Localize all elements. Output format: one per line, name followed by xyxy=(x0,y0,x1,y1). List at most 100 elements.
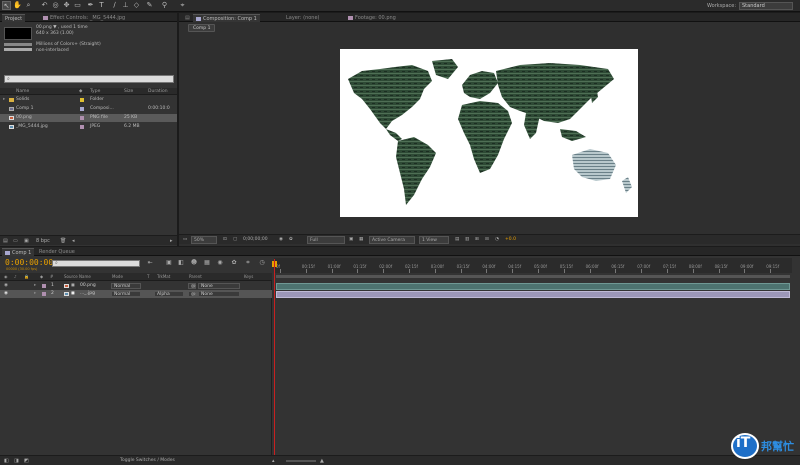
trash-icon[interactable]: 🗑 xyxy=(60,237,66,245)
resolution-select[interactable]: Full xyxy=(307,236,345,244)
track-matte-select[interactable]: Alpha xyxy=(154,291,184,297)
bit-depth-button[interactable]: 8 bpc xyxy=(36,237,50,245)
current-time-display[interactable]: 0;00;00;00 xyxy=(241,236,270,244)
project-item[interactable]: ▸ Solids Folder xyxy=(0,96,177,104)
composition-mini-flowchart-icon[interactable]: ⇤ xyxy=(146,259,154,267)
blend-mode-select[interactable]: Normal xyxy=(111,291,141,297)
label-swatch[interactable] xyxy=(42,292,46,296)
pan-behind-tool-icon[interactable]: ✥ xyxy=(62,1,71,10)
new-composition-icon[interactable]: ▣ xyxy=(24,237,29,245)
transparency-grid-icon[interactable]: ▦ xyxy=(357,236,365,244)
tab-composition[interactable]: Composition: Comp 1 xyxy=(193,14,260,22)
timeline-search-input[interactable]: ⌕ xyxy=(52,260,140,267)
puppet-pin-tool-icon[interactable]: ⚲ xyxy=(160,1,169,10)
rectangle-mask-tool-icon[interactable]: ▭ xyxy=(73,1,82,10)
zoom-out-icon[interactable]: ▴ xyxy=(272,457,275,465)
frame-blending-icon[interactable]: ▦ xyxy=(203,259,211,267)
workspace-select[interactable]: Standard xyxy=(739,2,793,10)
visibility-eye-icon[interactable]: ◉ xyxy=(4,282,8,290)
scroll-right-icon[interactable]: ▸ xyxy=(170,237,173,245)
project-item[interactable]: _MG_5444.jpg JPEG 6.2 MB xyxy=(0,123,177,131)
tab-footage[interactable]: Footage: 00.png xyxy=(345,14,399,22)
project-item[interactable]: 00.png PNG file 25 KB xyxy=(0,114,177,122)
av-features-icon[interactable]: ◉ xyxy=(4,273,8,281)
region-of-interest-icon[interactable]: ▣ xyxy=(347,236,355,244)
graph-editor-icon[interactable]: ⌗ xyxy=(244,259,252,267)
draft-3d-icon[interactable]: ◧ xyxy=(177,259,185,267)
tab-project[interactable]: Project xyxy=(2,14,26,22)
column-keys[interactable]: Keys xyxy=(244,273,253,281)
layer-row[interactable]: ◉ ▸ 1 ◼ 00.png Normal @ None xyxy=(0,282,272,290)
label-column-icon[interactable]: ◆ xyxy=(79,88,82,95)
selection-tool-icon[interactable]: ↖ xyxy=(2,1,11,10)
playhead-line[interactable] xyxy=(274,259,275,455)
new-folder-icon[interactable]: ▭ xyxy=(13,237,18,245)
brush-tool-icon[interactable]: ∕ xyxy=(110,1,119,10)
flowchart-icon[interactable]: ⊟ xyxy=(483,236,491,244)
live-update-icon[interactable]: ▣ xyxy=(165,259,173,267)
label-column-icon[interactable]: ◆ xyxy=(40,273,43,281)
viewer-menu-icon[interactable]: ▤ xyxy=(182,14,193,22)
column-duration[interactable]: Duration xyxy=(148,88,168,95)
column-parent[interactable]: Parent xyxy=(189,273,202,281)
comp-navigator-tab[interactable]: Comp 1 xyxy=(188,24,216,32)
label-swatch[interactable] xyxy=(42,284,46,288)
pen-tool-icon[interactable]: ✒ xyxy=(86,1,95,10)
parent-select[interactable]: None xyxy=(198,291,240,297)
current-time-indicator[interactable]: 0:00:00:00 xyxy=(5,258,53,267)
rotate-tool-icon[interactable]: ↶ xyxy=(40,1,49,10)
expand-layer-switches-icon[interactable]: ◧ xyxy=(4,457,9,465)
timeline-icon[interactable]: ⊞ xyxy=(473,236,481,244)
column-source-name[interactable]: Source Name xyxy=(64,273,91,281)
column-size[interactable]: Size xyxy=(124,88,133,95)
tab-layer[interactable]: Layer: (none) xyxy=(283,14,323,22)
time-ruler[interactable]: 0f 00:15f 01:00f 01:15f 02:00f 02:15f 03:00f 03… xyxy=(274,258,792,273)
column-mode[interactable]: Mode xyxy=(112,273,123,281)
layer-duration-bar[interactable] xyxy=(276,291,790,298)
safe-zones-icon[interactable]: ⊡ xyxy=(221,236,229,244)
fast-previews-icon[interactable]: ▥ xyxy=(463,236,471,244)
roto-brush-tool-icon[interactable]: ✎ xyxy=(145,1,154,10)
tab-effect-controls[interactable]: Effect Controls: _MG_5444.jpg xyxy=(40,14,128,22)
column-t[interactable]: T xyxy=(147,273,149,281)
show-channel-icon[interactable]: ✿ xyxy=(287,236,295,244)
scroll-left-icon[interactable]: ◂ xyxy=(72,237,75,245)
layer-number-column-icon[interactable]: # xyxy=(50,273,53,281)
exposure-icon[interactable]: ◔ xyxy=(493,236,501,244)
expand-arrow-icon[interactable]: ▸ xyxy=(34,282,36,290)
motion-blur-icon[interactable]: ◉ xyxy=(216,259,224,267)
toggle-switches-modes-button[interactable]: Toggle Switches / Modes xyxy=(120,458,175,463)
tab-timeline-comp[interactable]: Comp 1 xyxy=(2,248,35,256)
always-preview-icon[interactable]: ▭ xyxy=(181,236,189,244)
audio-icon[interactable]: ♪ xyxy=(14,273,17,281)
expand-in-out-icon[interactable]: ◩ xyxy=(24,457,29,465)
hide-shy-layers-icon[interactable]: ☻ xyxy=(190,259,198,267)
column-type[interactable]: Type xyxy=(90,88,100,95)
snap-toggle-icon[interactable]: ⌖ xyxy=(178,1,187,10)
camera-orbit-tool-icon[interactable]: ◎ xyxy=(51,1,60,10)
column-name[interactable]: Name xyxy=(16,88,29,95)
lock-icon[interactable]: 🔒 xyxy=(24,273,29,281)
composition-canvas[interactable] xyxy=(340,49,638,217)
project-search-input[interactable]: ⌕ xyxy=(4,75,174,83)
layer-row[interactable]: ◉ ▸ 2 ◼ ..._.jpg Normal Alpha @ None xyxy=(0,290,272,298)
exposure-value[interactable]: +0.0 xyxy=(503,236,518,244)
work-area-bar[interactable] xyxy=(276,275,790,278)
project-item[interactable]: Comp 1 Composi... 0:00:10:0 xyxy=(0,105,177,113)
magnification-select[interactable]: 50% xyxy=(191,236,217,244)
text-tool-icon[interactable]: T xyxy=(97,1,106,10)
mask-visibility-icon[interactable]: ▢ xyxy=(231,236,239,244)
blend-mode-select[interactable]: Normal xyxy=(111,283,141,289)
view-layout-select[interactable]: 1 View xyxy=(419,236,449,244)
tab-render-queue[interactable]: Render Queue xyxy=(36,248,78,256)
column-trkmat[interactable]: TrkMat xyxy=(157,273,170,281)
brainstorm-icon[interactable]: ✿ xyxy=(230,259,238,267)
layer-duration-bar[interactable] xyxy=(276,283,790,290)
expand-transfer-controls-icon[interactable]: ◨ xyxy=(14,457,19,465)
camera-view-select[interactable]: Active Camera xyxy=(369,236,415,244)
interpret-footage-icon[interactable]: ▤ xyxy=(3,237,8,245)
parent-pickwhip-icon[interactable]: @ xyxy=(188,291,196,297)
pixel-aspect-icon[interactable]: ▤ xyxy=(453,236,461,244)
expand-arrow-icon[interactable]: ▸ xyxy=(34,290,36,298)
parent-pickwhip-icon[interactable]: @ xyxy=(188,283,196,289)
